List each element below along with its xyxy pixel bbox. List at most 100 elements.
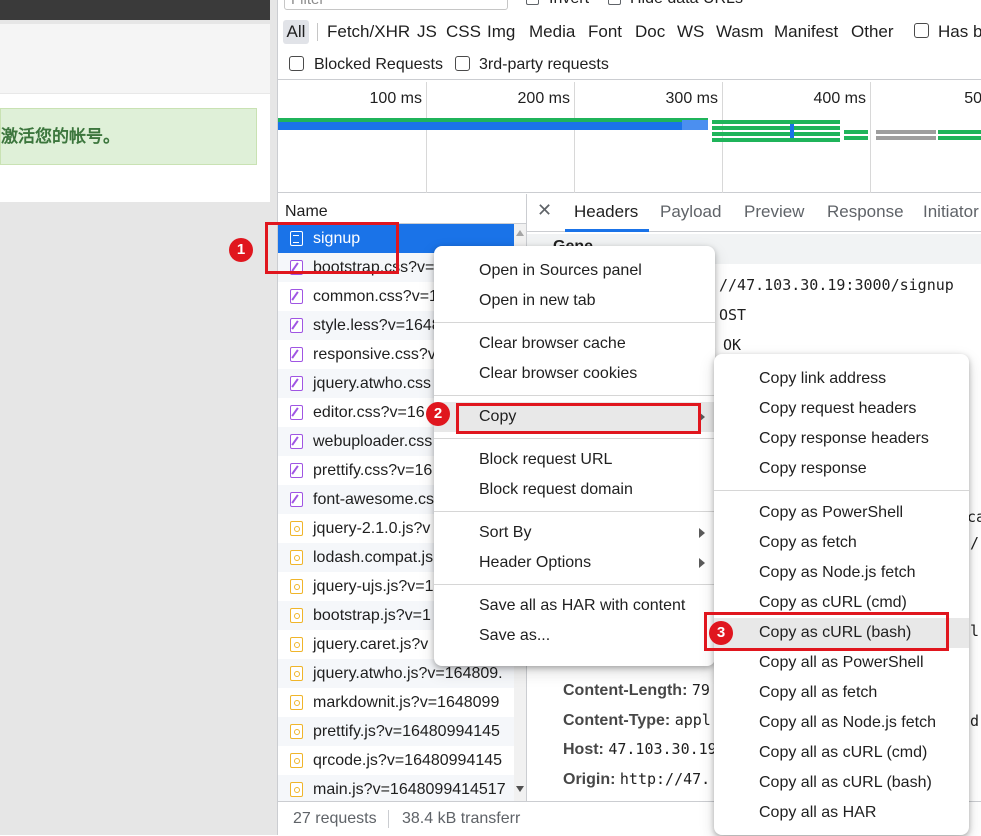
tab-preview[interactable]: Preview xyxy=(744,202,804,222)
filter-doc[interactable]: Doc xyxy=(635,20,665,44)
request-row[interactable]: qrcode.js?v=16480994145 xyxy=(278,746,514,775)
transferred-size: 38.4 kB transferr xyxy=(402,810,521,827)
submenu-item-copy-all-as-curl-bash[interactable]: Copy all as cURL (bash) xyxy=(714,768,969,798)
hide-data-urls-checkbox[interactable] xyxy=(608,0,621,5)
menu-item-clear-browser-cookies[interactable]: Clear browser cookies xyxy=(434,359,715,389)
tab-payload[interactable]: Payload xyxy=(660,202,721,222)
request-name: prettify.css?v=16 xyxy=(313,462,433,479)
submenu-item-copy-all-as-node-js-fetch[interactable]: Copy all as Node.js fetch xyxy=(714,708,969,738)
submenu-item-copy-all-as-powershell[interactable]: Copy all as PowerShell xyxy=(714,648,969,678)
header-row-origin: Origin: http://47. xyxy=(563,770,710,789)
filter-img[interactable]: Img xyxy=(487,20,515,44)
menu-item-sort-by[interactable]: Sort By xyxy=(434,518,715,548)
tick-label: 300 ms xyxy=(665,90,718,107)
filter-other[interactable]: Other xyxy=(851,20,894,44)
script-file-icon xyxy=(290,550,303,565)
detail-tab-bar: ✕ Headers Payload Preview Response Initi… xyxy=(527,194,981,232)
stylesheet-file-icon xyxy=(290,434,303,449)
menu-item-open-in-new-tab[interactable]: Open in new tab xyxy=(434,286,715,316)
script-file-icon xyxy=(290,724,303,739)
header-row-content-type: Content-Type: appl xyxy=(563,711,711,730)
submenu-item-copy-request-headers[interactable]: Copy request headers xyxy=(714,394,969,424)
filter-input[interactable]: Filter xyxy=(284,0,508,10)
third-party-requests-checkbox[interactable] xyxy=(455,56,470,71)
third-party-requests-label: 3rd-party requests xyxy=(479,56,609,73)
annotation-badge-1: 1 xyxy=(229,238,253,262)
menu-item-block-request-domain[interactable]: Block request domain xyxy=(434,475,715,505)
submenu-item-copy-response-headers[interactable]: Copy response headers xyxy=(714,424,969,454)
divider xyxy=(317,23,318,41)
menu-item-label: Clear browser cache xyxy=(479,335,626,352)
has-blocked-cookies-checkbox[interactable] xyxy=(914,23,929,38)
timeline-bar xyxy=(712,120,840,124)
filter-manifest[interactable]: Manifest xyxy=(774,20,838,44)
active-tab-indicator xyxy=(565,229,649,232)
menu-item-label: Copy all as PowerShell xyxy=(759,654,924,671)
timeline-bar xyxy=(712,138,840,142)
name-column-header[interactable]: Name xyxy=(278,194,526,224)
menu-item-open-in-sources-panel[interactable]: Open in Sources panel xyxy=(434,256,715,286)
menu-item-label: Copy as cURL (cmd) xyxy=(759,594,907,611)
filter-all[interactable]: All xyxy=(283,20,309,44)
menu-item-label: Copy all as Node.js fetch xyxy=(759,714,936,731)
tick-label: 50 xyxy=(964,90,981,107)
submenu-item-copy-response[interactable]: Copy response xyxy=(714,454,969,484)
tab-initiator[interactable]: Initiator xyxy=(923,202,979,222)
menu-item-label: Save as... xyxy=(479,627,551,644)
filter-font[interactable]: Font xyxy=(588,20,622,44)
header-value-fragment: /: xyxy=(970,534,981,552)
timeline-bar xyxy=(876,136,936,140)
tab-headers[interactable]: Headers xyxy=(574,202,638,222)
tab-response[interactable]: Response xyxy=(827,202,904,222)
stylesheet-file-icon xyxy=(290,492,303,507)
timeline-bar xyxy=(712,132,840,136)
filter-wasm[interactable]: Wasm xyxy=(716,20,764,44)
scroll-down-icon[interactable] xyxy=(516,786,524,792)
menu-separator xyxy=(434,438,715,439)
close-icon[interactable]: ✕ xyxy=(537,200,552,221)
submenu-item-copy-all-as-fetch[interactable]: Copy all as fetch xyxy=(714,678,969,708)
chevron-right-icon xyxy=(699,558,705,568)
web-page-area: 激活您的帐号。 xyxy=(0,0,277,835)
submenu-item-copy-as-fetch[interactable]: Copy as fetch xyxy=(714,528,969,558)
header-value: 79 xyxy=(691,681,710,699)
filter-ws[interactable]: WS xyxy=(677,20,704,44)
menu-item-label: Sort By xyxy=(479,524,532,541)
network-overview-timeline[interactable]: 100 ms 200 ms 300 ms 400 ms 50 xyxy=(278,82,981,193)
request-row[interactable]: markdownit.js?v=1648099 xyxy=(278,688,514,717)
request-count: 27 requests xyxy=(293,810,377,827)
submenu-item-copy-as-powershell[interactable]: Copy as PowerShell xyxy=(714,498,969,528)
script-file-icon xyxy=(290,695,303,710)
request-url-value: //47.103.30.19:3000/signup xyxy=(719,276,954,294)
request-name: jquery-2.1.0.js?v xyxy=(313,520,431,537)
submenu-item-copy-all-as-curl-cmd[interactable]: Copy all as cURL (cmd) xyxy=(714,738,969,768)
menu-item-label: Copy response headers xyxy=(759,430,929,447)
submenu-item-copy-all-as-har[interactable]: Copy all as HAR xyxy=(714,798,969,828)
menu-item-block-request-url[interactable]: Block request URL xyxy=(434,445,715,475)
timeline-bar xyxy=(278,122,708,130)
menu-item-clear-browser-cache[interactable]: Clear browser cache xyxy=(434,329,715,359)
request-name: markdownit.js?v=1648099 xyxy=(313,694,500,711)
request-row[interactable]: prettify.js?v=16480994145 xyxy=(278,717,514,746)
header-value: 47.103.30.19 xyxy=(608,740,717,758)
filter-css[interactable]: CSS xyxy=(446,20,481,44)
script-file-icon xyxy=(290,521,303,536)
blocked-requests-checkbox[interactable] xyxy=(289,56,304,71)
menu-item-save-as[interactable]: Save as... xyxy=(434,621,715,651)
request-row[interactable]: main.js?v=1648099414517 xyxy=(278,775,514,801)
menu-item-header-options[interactable]: Header Options xyxy=(434,548,715,578)
menu-item-save-all-as-har-with-content[interactable]: Save all as HAR with content xyxy=(434,591,715,621)
request-name: jquery.caret.js?v xyxy=(313,636,429,653)
invert-checkbox[interactable] xyxy=(526,0,539,5)
filter-js[interactable]: JS xyxy=(417,20,437,44)
invert-label: Invert xyxy=(549,0,589,8)
submenu-item-copy-as-node-js-fetch[interactable]: Copy as Node.js fetch xyxy=(714,558,969,588)
has-blocked-cookies-label: Has bl xyxy=(938,22,981,41)
script-file-icon xyxy=(290,782,303,797)
scroll-up-icon[interactable] xyxy=(516,230,524,236)
filter-media[interactable]: Media xyxy=(529,20,575,44)
header-key: Origin: xyxy=(563,771,616,788)
submenu-item-copy-link-address[interactable]: Copy link address xyxy=(714,364,969,394)
menu-item-label: Copy link address xyxy=(759,370,887,387)
filter-fetch-xhr[interactable]: Fetch/XHR xyxy=(327,20,410,44)
